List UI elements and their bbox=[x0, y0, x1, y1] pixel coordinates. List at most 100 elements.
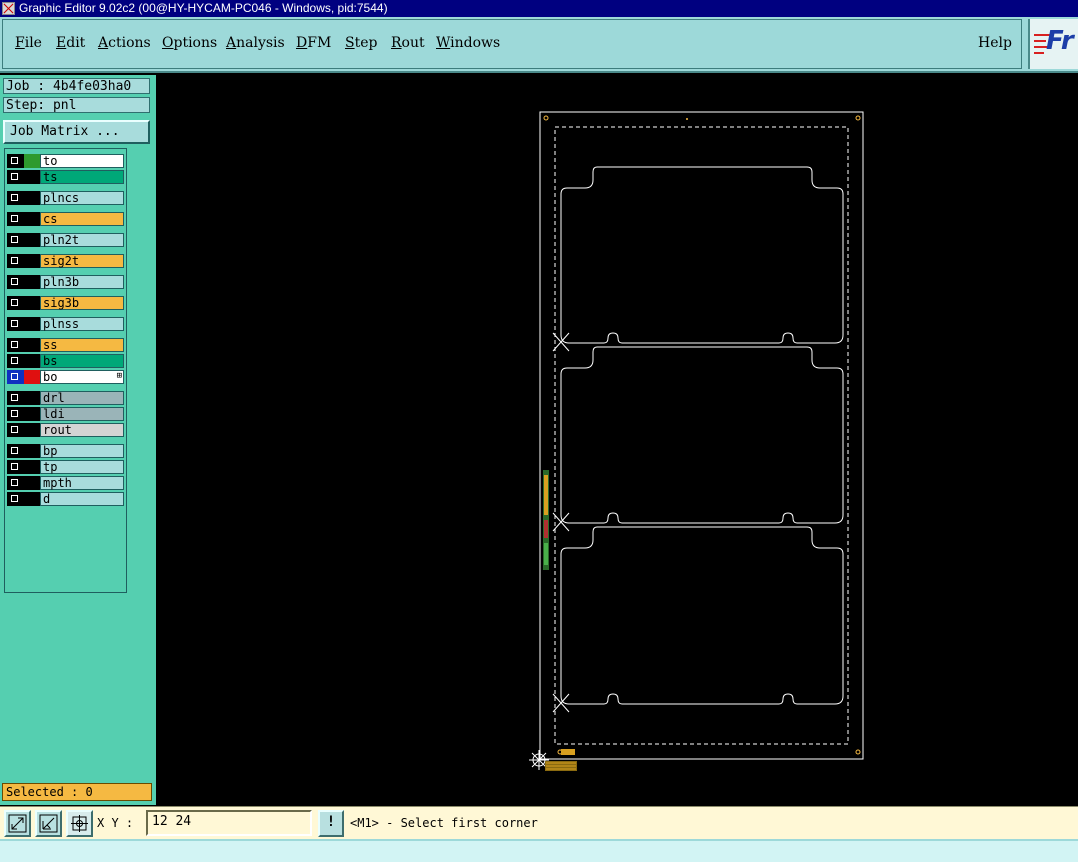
window-title: Graphic Editor 9.02c2 (00@HY-HYCAM-PC046… bbox=[19, 1, 388, 15]
resize-icon bbox=[8, 814, 27, 833]
menu-item[interactable]: Actions bbox=[98, 35, 151, 51]
layer-name[interactable]: bo bbox=[40, 370, 124, 384]
layer-name[interactable]: ldi bbox=[40, 407, 124, 421]
layer-color-swatch[interactable] bbox=[24, 391, 40, 405]
menu-item[interactable]: Edit bbox=[56, 35, 85, 51]
layer-color-swatch[interactable] bbox=[24, 212, 40, 226]
layer-color-swatch[interactable] bbox=[24, 296, 40, 310]
layer-name[interactable]: pln3b bbox=[40, 275, 124, 289]
layer-name[interactable]: pln2t bbox=[40, 233, 124, 247]
layer-name[interactable]: ts bbox=[40, 170, 124, 184]
layer-checkbox[interactable] bbox=[7, 254, 24, 268]
menu-item[interactable]: Rout bbox=[391, 35, 425, 51]
layer-checkbox[interactable] bbox=[7, 154, 24, 168]
menu-item[interactable]: File bbox=[15, 35, 42, 51]
layer-color-swatch[interactable] bbox=[24, 407, 40, 421]
layer-row[interactable]: sig3b bbox=[7, 296, 124, 310]
layer-checkbox[interactable] bbox=[7, 233, 24, 247]
layer-name[interactable]: plncs bbox=[40, 191, 124, 205]
menu-item[interactable]: Options bbox=[162, 35, 217, 51]
layer-name[interactable]: plnss bbox=[40, 317, 124, 331]
layer-name[interactable]: drl bbox=[40, 391, 124, 405]
layer-checkbox[interactable] bbox=[7, 391, 24, 405]
logo-text: Fr bbox=[1046, 26, 1074, 56]
layer-checkbox[interactable] bbox=[7, 275, 24, 289]
layer-checkbox[interactable] bbox=[7, 317, 24, 331]
layer-row[interactable]: bo ⊞ bbox=[7, 370, 124, 384]
snap-grid-button[interactable] bbox=[66, 810, 93, 837]
layer-color-swatch[interactable] bbox=[24, 354, 40, 368]
layer-row[interactable]: ldi bbox=[7, 407, 124, 421]
menu-item[interactable]: DFM bbox=[296, 35, 331, 51]
layer-row[interactable]: to bbox=[7, 154, 124, 168]
menu-item[interactable]: Step bbox=[345, 35, 377, 51]
layer-row[interactable]: rout bbox=[7, 423, 124, 437]
layer-color-swatch[interactable] bbox=[24, 154, 40, 168]
xy-input[interactable]: 12 24 bbox=[146, 810, 312, 836]
layer-color-swatch[interactable] bbox=[24, 423, 40, 437]
layer-name[interactable]: sig2t bbox=[40, 254, 124, 268]
layer-name[interactable]: to bbox=[40, 154, 124, 168]
menu-help[interactable]: Help bbox=[978, 35, 1012, 51]
layer-name[interactable]: cs bbox=[40, 212, 124, 226]
layer-row[interactable]: pln3b bbox=[7, 275, 124, 289]
layer-color-swatch[interactable] bbox=[24, 170, 40, 184]
layer-row[interactable]: cs bbox=[7, 212, 124, 226]
layer-name[interactable]: bs bbox=[40, 354, 124, 368]
job-label: Job : 4b4fe03ha0 bbox=[3, 78, 150, 94]
layer-name[interactable]: ss bbox=[40, 338, 124, 352]
layer-color-swatch[interactable] bbox=[24, 492, 40, 506]
layer-name[interactable]: sig3b bbox=[40, 296, 124, 310]
layer-row[interactable]: bp bbox=[7, 444, 124, 458]
layer-row[interactable]: sig2t bbox=[7, 254, 124, 268]
layer-row[interactable]: mpth bbox=[7, 476, 124, 490]
layer-row[interactable]: tp bbox=[7, 460, 124, 474]
layer-checkbox[interactable] bbox=[7, 407, 24, 421]
layer-color-swatch[interactable] bbox=[24, 254, 40, 268]
layer-checkbox[interactable] bbox=[7, 354, 24, 368]
layer-name[interactable]: d bbox=[40, 492, 124, 506]
layer-row[interactable]: plnss bbox=[7, 317, 124, 331]
layer-color-swatch[interactable] bbox=[24, 460, 40, 474]
layer-checkbox[interactable] bbox=[7, 460, 24, 474]
layer-name[interactable]: tp bbox=[40, 460, 124, 474]
exclamation-button[interactable]: ! bbox=[318, 810, 344, 837]
layer-row[interactable]: plncs bbox=[7, 191, 124, 205]
layer-name[interactable]: rout bbox=[40, 423, 124, 437]
zoom-fit-button[interactable] bbox=[4, 810, 31, 837]
menu-item[interactable]: Analysis bbox=[226, 35, 285, 51]
layer-name[interactable]: bp bbox=[40, 444, 124, 458]
layer-color-swatch[interactable] bbox=[24, 317, 40, 331]
layer-color-swatch[interactable] bbox=[24, 275, 40, 289]
layer-row[interactable]: ts bbox=[7, 170, 124, 184]
layer-checkbox[interactable] bbox=[7, 492, 24, 506]
layer-checkbox[interactable] bbox=[7, 476, 24, 490]
layer-checkbox[interactable] bbox=[7, 423, 24, 437]
layer-row[interactable]: ss bbox=[7, 338, 124, 352]
layer-color-swatch[interactable] bbox=[24, 338, 40, 352]
layer-row[interactable]: bs bbox=[7, 354, 124, 368]
layer-row[interactable]: d bbox=[7, 492, 124, 506]
layer-checkbox[interactable] bbox=[7, 370, 24, 384]
measure-button[interactable] bbox=[35, 810, 62, 837]
layer-checkbox[interactable] bbox=[7, 170, 24, 184]
graphic-canvas[interactable] bbox=[157, 75, 1078, 806]
job-matrix-button[interactable]: Job Matrix ... bbox=[3, 120, 150, 144]
layer-checkbox[interactable] bbox=[7, 444, 24, 458]
layer-checkbox[interactable] bbox=[7, 296, 24, 310]
step-label: Step: pnl bbox=[3, 97, 150, 113]
layer-row[interactable]: drl bbox=[7, 391, 124, 405]
layer-name[interactable]: mpth bbox=[40, 476, 124, 490]
layer-checkbox[interactable] bbox=[7, 212, 24, 226]
layer-color-swatch[interactable] bbox=[24, 444, 40, 458]
menu-item[interactable]: Windows bbox=[436, 35, 500, 51]
layer-checkbox[interactable] bbox=[7, 191, 24, 205]
layer-color-swatch[interactable] bbox=[24, 370, 40, 384]
layer-color-swatch[interactable] bbox=[24, 233, 40, 247]
pcb-outline-3 bbox=[560, 526, 844, 705]
layer-color-swatch[interactable] bbox=[24, 476, 40, 490]
layer-row[interactable]: pln2t bbox=[7, 233, 124, 247]
measure-icon bbox=[39, 814, 58, 833]
layer-checkbox[interactable] bbox=[7, 338, 24, 352]
layer-color-swatch[interactable] bbox=[24, 191, 40, 205]
